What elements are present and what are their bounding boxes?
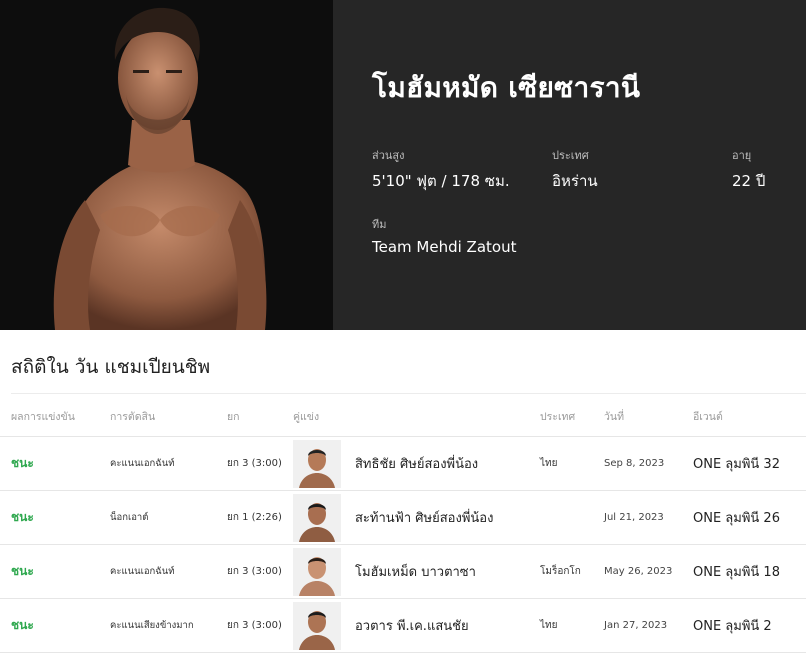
result-cell: ชนะ <box>11 510 34 524</box>
result-cell: ชนะ <box>11 564 34 578</box>
method-cell: คะแนนเสียงข้างมาก <box>110 620 194 631</box>
avatar[interactable] <box>293 439 341 488</box>
result-cell: ชนะ <box>11 456 34 470</box>
height-value: 5'10" ฟุต / 178 ซม. <box>372 172 510 190</box>
opponent-country: โมร็อกโก <box>540 566 581 577</box>
round-cell: ยก 3 (3:00) <box>227 620 282 631</box>
country-value: อิหร่าน <box>552 172 598 190</box>
method-cell: คะแนนเอกฉันท์ <box>110 566 175 577</box>
opponent-portrait-icon <box>293 547 341 596</box>
opponent-country: ไทย <box>540 458 558 469</box>
round-cell: ยก 1 (2:26) <box>227 512 282 523</box>
table-header: ผลการแข่งขัน การตัดสิน ยก คู่แข่ง ประเทศ… <box>0 398 806 437</box>
round-cell: ยก 3 (3:00) <box>227 458 282 469</box>
fight-date: Sep 8, 2023 <box>604 458 665 469</box>
event-link[interactable]: ONE ลุมพินี 2 <box>693 599 772 652</box>
athlete-photo-image <box>53 7 267 330</box>
event-link[interactable]: ONE ลุมพินี 18 <box>693 545 780 598</box>
avatar[interactable] <box>293 493 341 542</box>
team-value: Team Mehdi Zatout <box>372 238 517 256</box>
opponent-name-link[interactable]: โมฮัมเหม็ด บาวตาซา <box>355 545 476 598</box>
opponent-portrait-icon <box>293 493 341 542</box>
col-country: ประเทศ <box>540 411 576 423</box>
opponent-name-link[interactable]: สิทธิชัย ศิษย์สองพี่น้อง <box>355 437 478 490</box>
opponent-name-link[interactable]: สะท้านฟ้า ศิษย์สองพี่น้อง <box>355 491 493 544</box>
age-value: 22 ปี <box>732 172 766 190</box>
athlete-info-panel: โมฮัมหมัด เซียซารานี ส่วนสูง 5'10" ฟุต /… <box>333 0 806 330</box>
col-result: ผลการแข่งขัน <box>11 411 75 423</box>
divider <box>11 393 806 394</box>
opponent-country: ไทย <box>540 620 558 631</box>
event-link[interactable]: ONE ลุมพินี 32 <box>693 437 780 490</box>
col-event: อีเวนต์ <box>693 411 723 423</box>
col-date: วันที่ <box>604 411 624 423</box>
result-cell: ชนะ <box>11 618 34 632</box>
col-opponent: คู่แข่ง <box>293 411 320 423</box>
athlete-hero: โมฮัมหมัด เซียซารานี ส่วนสูง 5'10" ฟุต /… <box>0 0 806 330</box>
athlete-name: โมฮัมหมัด เซียซารานี <box>372 71 641 104</box>
opponent-portrait-icon <box>293 601 341 650</box>
opponent-portrait-icon <box>293 439 341 488</box>
table-row: ชนะ คะแนนเอกฉันท์ ยก 3 (3:00) สิทธิชัย ศ… <box>0 437 806 491</box>
table-row: ชนะ น็อกเอาต์ ยก 1 (2:26) สะท้านฟ้า ศิษย… <box>0 491 806 545</box>
height-label: ส่วนสูง <box>372 149 405 162</box>
col-method: การตัดสิน <box>110 411 156 423</box>
method-cell: น็อกเอาต์ <box>110 512 149 523</box>
opponent-avatar[interactable] <box>293 437 341 490</box>
athlete-photo <box>0 0 333 330</box>
avatar[interactable] <box>293 547 341 596</box>
event-link[interactable]: ONE ลุมพินี 26 <box>693 491 780 544</box>
stats-title: สถิติใน วัน แชมเปียนชิพ <box>11 356 211 378</box>
round-cell: ยก 3 (3:00) <box>227 566 282 577</box>
fight-date: Jan 27, 2023 <box>604 620 668 631</box>
opponent-avatar[interactable] <box>293 599 341 652</box>
method-cell: คะแนนเอกฉันท์ <box>110 458 175 469</box>
opponent-avatar[interactable] <box>293 491 341 544</box>
col-round: ยก <box>227 411 240 423</box>
opponent-avatar[interactable] <box>293 545 341 598</box>
team-label: ทีม <box>372 218 387 231</box>
fight-date: Jul 21, 2023 <box>604 512 664 523</box>
table-row: ชนะ คะแนนเอกฉันท์ ยก 3 (3:00) โมฮัมเหม็ด… <box>0 545 806 599</box>
opponent-name-link[interactable]: อวตาร พี.เค.แสนชัย <box>355 599 469 652</box>
country-label: ประเทศ <box>552 149 589 162</box>
fight-date: May 26, 2023 <box>604 566 673 577</box>
fight-record-table: ผลการแข่งขัน การตัดสิน ยก คู่แข่ง ประเทศ… <box>0 398 806 653</box>
age-label: อายุ <box>732 149 752 162</box>
table-row: ชนะ คะแนนเสียงข้างมาก ยก 3 (3:00) อวตาร … <box>0 599 806 653</box>
avatar[interactable] <box>293 601 341 650</box>
